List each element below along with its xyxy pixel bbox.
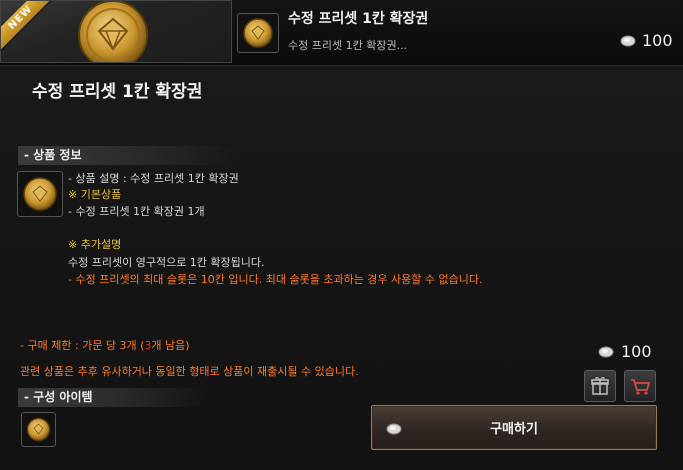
section-components: - 구성 아이템 bbox=[18, 388, 208, 407]
product-description: - 상품 설명 : 수정 프리셋 1칸 확장권 bbox=[68, 172, 239, 185]
gold-coin-icon bbox=[243, 18, 273, 48]
section-product-info: - 상품 정보 bbox=[18, 146, 238, 165]
purchase-limit: - 구매 제한 : 가문 당 3개 (3개 남음) bbox=[20, 339, 190, 352]
product-price: 100 bbox=[621, 342, 652, 361]
buy-button[interactable]: 구매하기 bbox=[371, 405, 657, 450]
product-banner: NEW bbox=[0, 0, 232, 63]
product-title: 수정 프리셋 1칸 확장권 bbox=[32, 82, 203, 102]
new-badge: NEW bbox=[1, 1, 55, 52]
gift-button[interactable] bbox=[584, 370, 616, 402]
header-subtitle: 수정 프리셋 1칸 확장권... bbox=[288, 39, 408, 52]
product-info-icon bbox=[17, 171, 63, 217]
silver-coin-icon bbox=[620, 35, 636, 47]
basic-product-item: - 수정 프리셋 1칸 확장권 1개 bbox=[68, 205, 205, 218]
cart-icon bbox=[631, 379, 651, 395]
rerelease-notice: 관련 상품은 추후 유사하거나 동일한 형태로 상품이 재출시될 수 있습니다. bbox=[20, 365, 359, 378]
header-price: 100 bbox=[642, 31, 673, 50]
gold-coin-icon bbox=[26, 417, 51, 442]
slot-warning-line: - 수정 프리셋의 최대 슬롯은 10칸 입니다. 최대 슬롯을 초과하는 경우… bbox=[68, 273, 483, 286]
extra-description-line: 수정 프리셋이 영구적으로 1칸 확장됩니다. bbox=[68, 256, 265, 269]
cart-button[interactable] bbox=[624, 370, 656, 402]
banner-coin-icon bbox=[78, 1, 148, 62]
header-product-icon bbox=[237, 13, 279, 53]
gold-coin-icon bbox=[23, 177, 57, 211]
silver-coin-icon bbox=[598, 346, 614, 358]
header-title: 수정 프리셋 1칸 확장권 bbox=[288, 11, 429, 27]
extra-description-header: ※ 추가설명 bbox=[68, 238, 122, 251]
basic-product-header: ※ 기본상품 bbox=[68, 188, 122, 201]
component-item-icon[interactable] bbox=[21, 412, 56, 447]
buy-button-label: 구매하기 bbox=[490, 422, 538, 437]
gift-icon bbox=[591, 377, 609, 395]
